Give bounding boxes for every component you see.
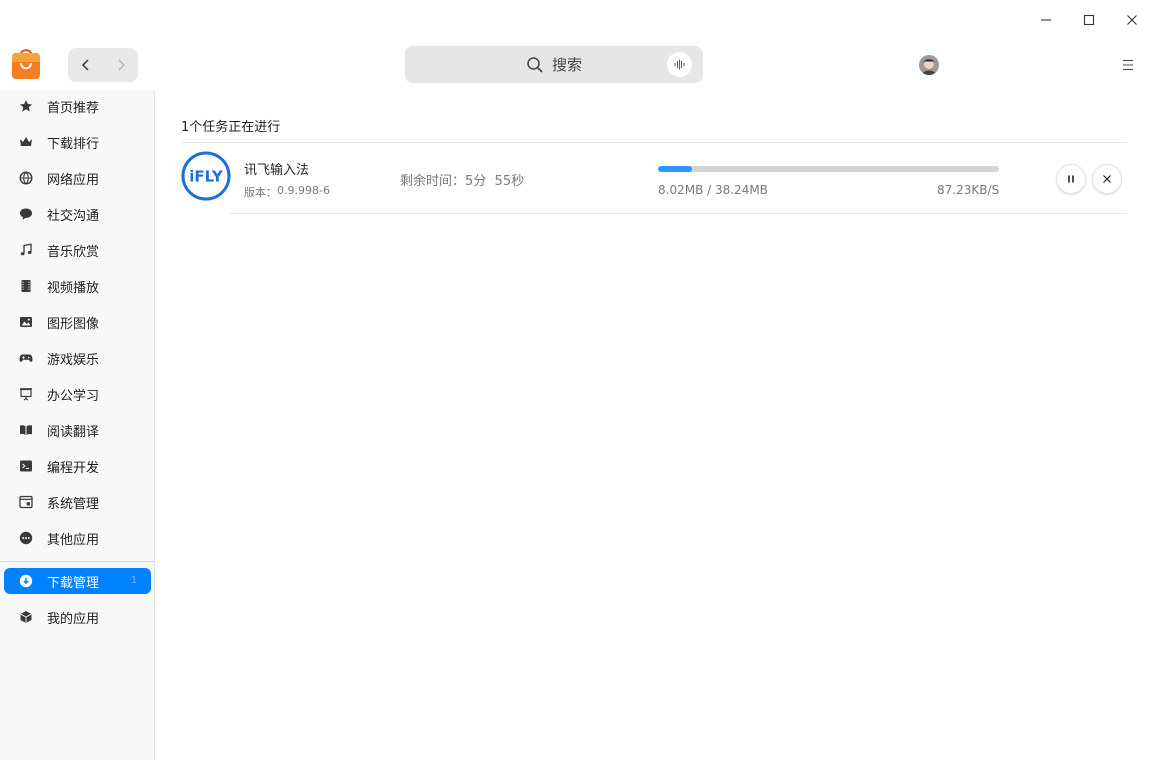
close-button[interactable]	[1120, 8, 1144, 32]
close-icon	[1127, 15, 1137, 25]
sidebar-item-label: 办公学习	[47, 388, 100, 404]
remaining-time-value: 5分 55秒	[465, 174, 525, 189]
app-store-logo	[11, 48, 41, 80]
sidebar-item-label: 下载管理	[47, 575, 100, 591]
star-icon	[18, 99, 33, 114]
download-task-row: iFLY 讯飞输入法 版本： 0.9.998-6 剩余时间： 5分 55秒 8.…	[181, 143, 1127, 214]
image-icon	[18, 315, 33, 330]
maximize-button[interactable]	[1077, 8, 1101, 32]
sidebar-item-home[interactable]: 首页推荐	[4, 93, 151, 119]
sidebar-item-label: 图形图像	[47, 316, 100, 332]
voice-search-button[interactable]	[667, 52, 692, 77]
remaining-time-label: 剩余时间：	[400, 174, 466, 189]
presentation-board-icon	[18, 387, 33, 402]
more-dots-icon	[18, 531, 33, 546]
sidebar-item-office[interactable]: 办公学习	[4, 381, 151, 407]
sidebar-item-graphics[interactable]: 图形图像	[4, 309, 151, 335]
download-count-badge: 1	[130, 575, 138, 586]
sidebar-item-label: 社交沟通	[47, 208, 100, 224]
sidebar-item-my-apps[interactable]: 我的应用	[4, 604, 151, 630]
film-icon	[18, 279, 33, 294]
task-version-label: 版本：	[244, 186, 277, 199]
voice-waveform-icon	[674, 59, 685, 70]
forward-button[interactable]	[103, 48, 138, 82]
sidebar-divider	[0, 561, 154, 562]
minimize-icon	[1041, 19, 1051, 21]
minimize-button[interactable]	[1034, 8, 1058, 32]
task-row-divider	[230, 213, 1127, 214]
sidebar: 首页推荐 下载排行 网络应用 社交沟通 音乐欣赏 视频播放 图形图像 游戏娱乐	[0, 90, 155, 760]
hamburger-menu-icon	[1123, 59, 1133, 71]
sidebar-item-download-manager[interactable]: 下载管理 1	[4, 568, 151, 594]
sidebar-item-programming[interactable]: 编程开发	[4, 453, 151, 479]
sidebar-item-music[interactable]: 音乐欣赏	[4, 237, 151, 263]
chevron-right-icon	[117, 59, 125, 71]
sidebar-item-label: 视频播放	[47, 280, 100, 296]
sidebar-item-video[interactable]: 视频播放	[4, 273, 151, 299]
sidebar-item-label: 阅读翻译	[47, 424, 100, 440]
pause-icon	[1068, 175, 1074, 183]
close-icon	[1103, 175, 1111, 183]
sidebar-item-label: 系统管理	[47, 496, 100, 512]
chevron-left-icon	[81, 59, 89, 71]
task-version: 版本： 0.9.998-6	[244, 184, 330, 200]
back-button[interactable]	[68, 48, 103, 82]
sidebar-item-label: 下载排行	[47, 136, 100, 152]
sidebar-item-ranking[interactable]: 下载排行	[4, 129, 151, 155]
terminal-icon	[18, 459, 33, 474]
chat-bubble-icon	[18, 207, 33, 222]
sidebar-item-social[interactable]: 社交沟通	[4, 201, 151, 227]
download-manager-panel: 1个任务正在进行 iFLY 讯飞输入法 版本： 0.9.998-6 剩余时间： …	[155, 90, 1152, 760]
sidebar-item-network[interactable]: 网络应用	[4, 165, 151, 191]
download-progress-fill	[658, 166, 693, 172]
download-progress-bar	[658, 166, 999, 172]
user-avatar[interactable]	[919, 55, 939, 75]
maximize-icon	[1083, 14, 1095, 26]
task-app-name: 讯飞输入法	[244, 163, 310, 178]
book-icon	[18, 423, 33, 438]
sidebar-item-other[interactable]: 其他应用	[4, 525, 151, 551]
sidebar-item-label: 编程开发	[47, 460, 100, 476]
sidebar-item-label: 音乐欣赏	[47, 244, 100, 260]
download-size: 8.02MB / 38.24MB	[658, 183, 768, 197]
main-menu-button[interactable]	[1118, 57, 1138, 73]
download-speed: 87.23KB/S	[937, 183, 1000, 197]
navigation-buttons	[68, 48, 138, 82]
sidebar-item-label: 其他应用	[47, 532, 100, 548]
system-window-icon	[18, 495, 33, 510]
sidebar-item-label: 网络应用	[47, 172, 100, 188]
cancel-download-button[interactable]	[1092, 164, 1122, 194]
sidebar-item-label: 我的应用	[47, 611, 100, 627]
sidebar-item-system[interactable]: 系统管理	[4, 489, 151, 515]
gamepad-icon	[18, 351, 33, 366]
page-title: 1个任务正在进行	[181, 120, 281, 135]
pause-button[interactable]	[1056, 164, 1086, 194]
sidebar-item-label: 首页推荐	[47, 100, 100, 116]
sidebar-item-reading[interactable]: 阅读翻译	[4, 417, 151, 443]
task-version-value: 0.9.998-6	[277, 184, 330, 197]
search-input[interactable]: 搜索	[405, 46, 703, 83]
cube-icon	[18, 610, 33, 625]
globe-icon	[18, 171, 33, 186]
ifly-app-icon: iFLY	[181, 151, 231, 201]
search-placeholder: 搜索	[551, 56, 582, 74]
title-bar: 搜索	[0, 0, 1152, 90]
search-icon	[526, 56, 544, 74]
sidebar-item-label: 游戏娱乐	[47, 352, 100, 368]
sidebar-item-games[interactable]: 游戏娱乐	[4, 345, 151, 371]
crown-icon	[18, 135, 33, 150]
task-remaining-time: 剩余时间： 5分 55秒	[400, 170, 524, 189]
download-circle-icon	[18, 574, 33, 589]
ifly-logo-text: iFLY	[189, 168, 224, 186]
music-note-icon	[18, 243, 33, 258]
